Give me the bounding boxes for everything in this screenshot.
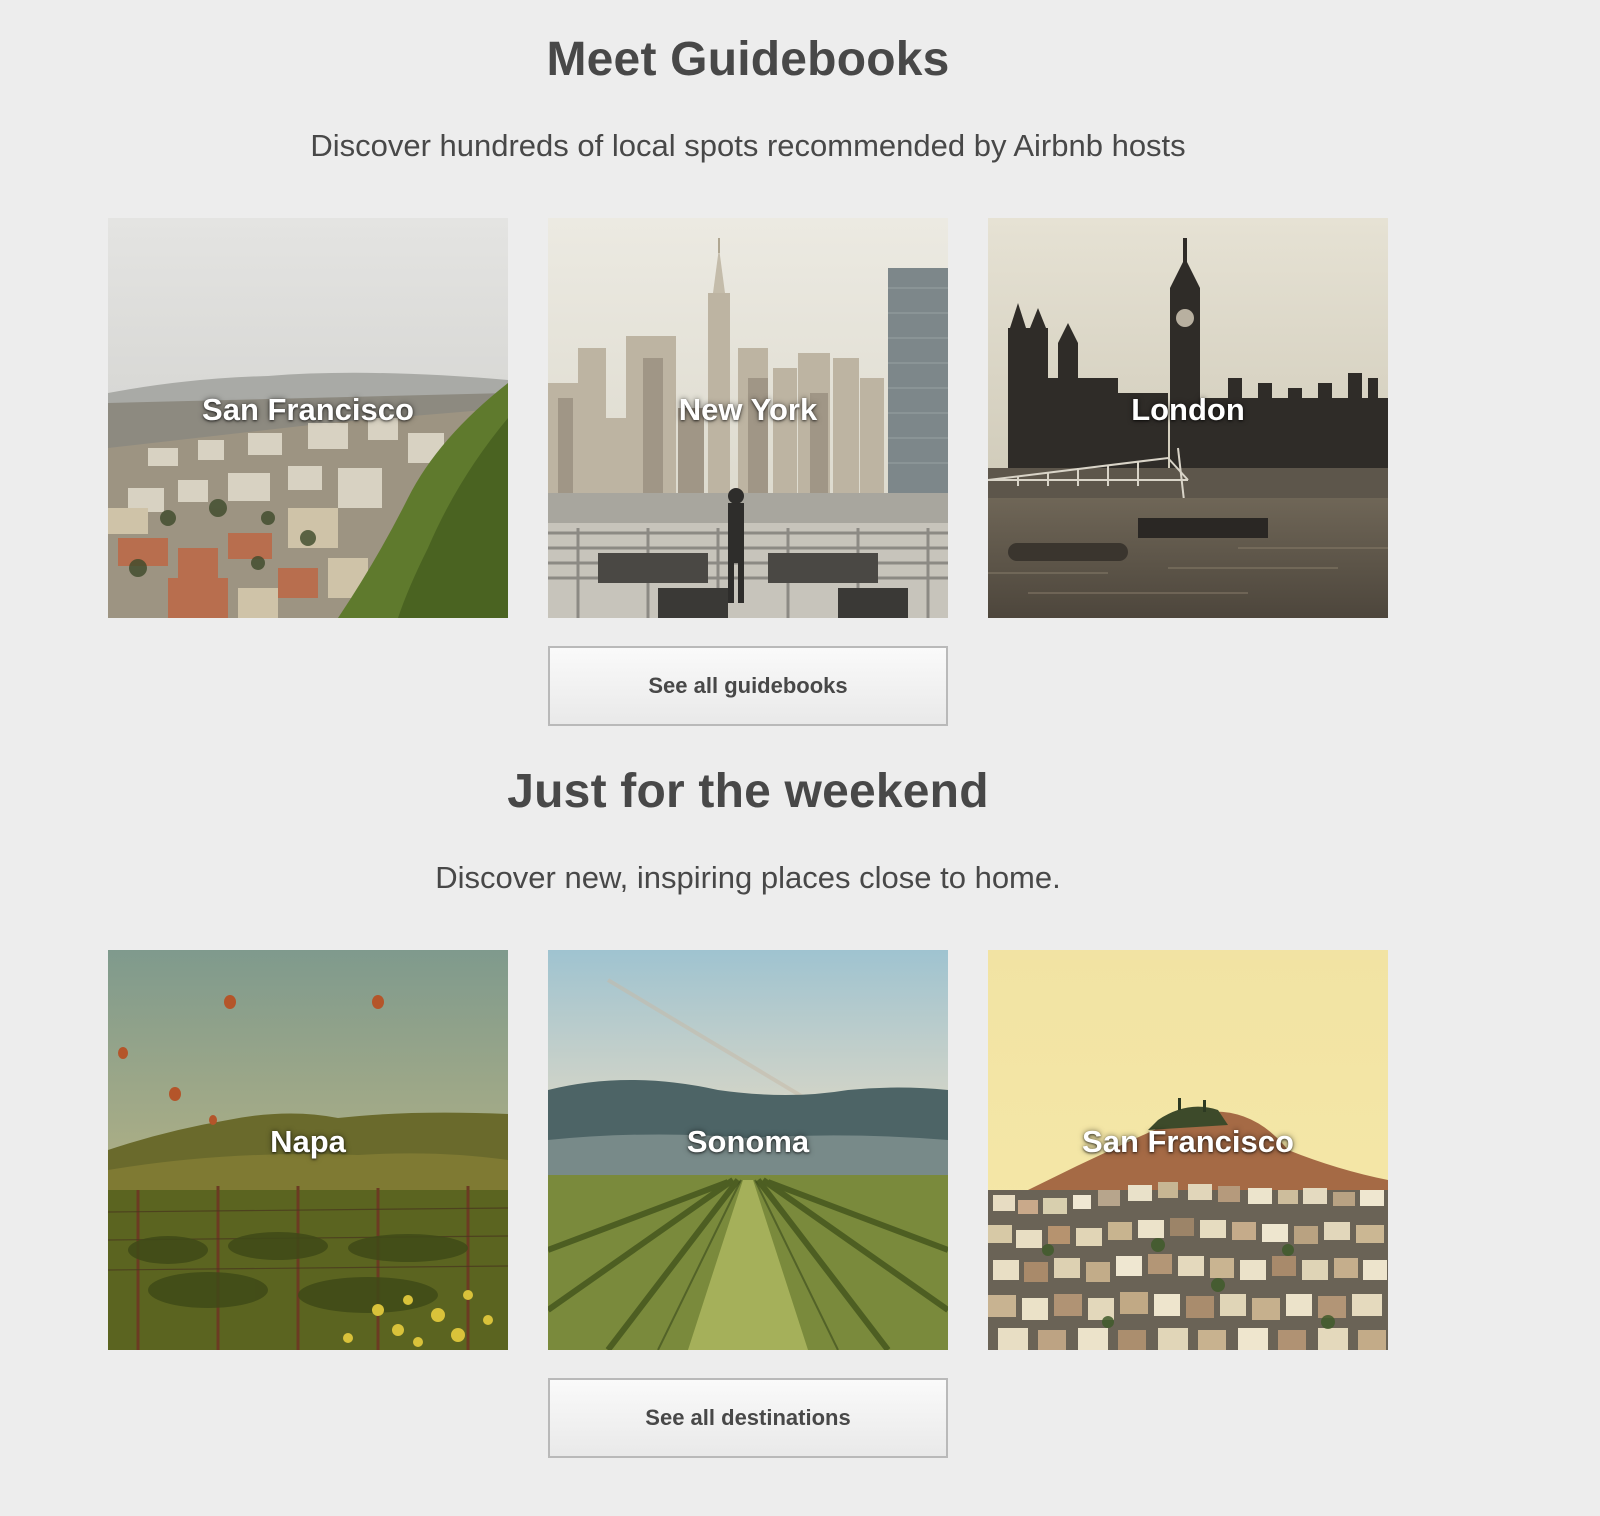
guidebooks-subtitle: Discover hundreds of local spots recomme… [310,128,1186,163]
guidebook-card-san-francisco[interactable]: San Francisco [108,218,508,618]
card-label: London [1131,392,1245,427]
guidebook-card-new-york[interactable]: New York [548,218,948,618]
card-label: San Francisco [202,392,414,427]
destination-card-san-francisco[interactable]: San Francisco [988,950,1388,1350]
see-all-guidebooks-button[interactable]: See all guidebooks [548,646,948,726]
card-label: New York [678,392,818,427]
guidebook-card-london[interactable]: London [988,218,1388,618]
card-label: San Francisco [1082,1124,1294,1159]
destination-card-sonoma[interactable]: Sonoma [548,950,948,1350]
weekend-subtitle: Discover new, inspiring places close to … [435,860,1061,895]
weekend-title: Just for the weekend [507,765,989,818]
see-all-destinations-button[interactable]: See all destinations [548,1378,948,1458]
card-label: Napa [270,1124,346,1159]
page: Meet Guidebooks Discover hundreds of loc… [0,0,1600,1516]
card-label: Sonoma [686,1124,810,1159]
destination-card-napa[interactable]: Napa [108,950,508,1350]
guidebooks-title: Meet Guidebooks [546,33,950,86]
